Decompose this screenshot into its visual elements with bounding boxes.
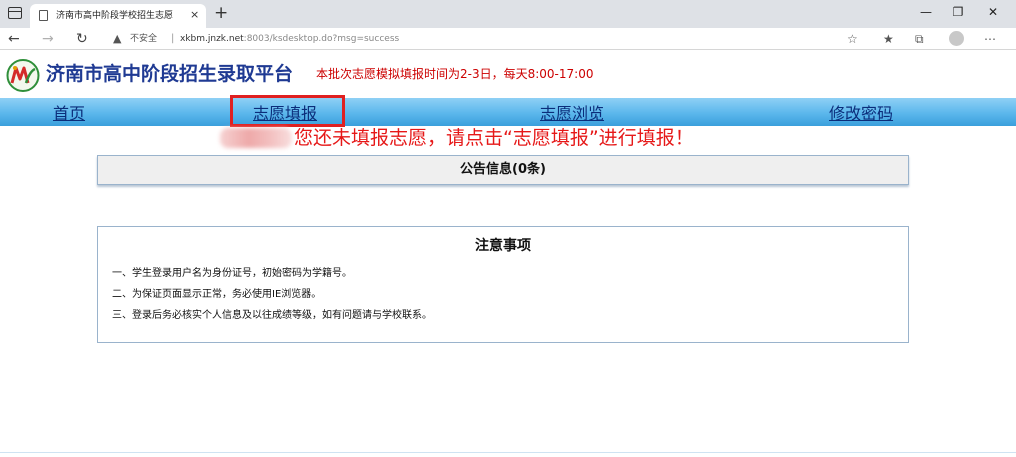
page-icon (39, 10, 48, 21)
reload-icon[interactable]: ↻ (76, 30, 88, 48)
profile-avatar-icon[interactable] (949, 31, 964, 46)
tab-title: 济南市高中阶段学校招生志愿 (56, 11, 174, 21)
site-logo-icon (6, 59, 40, 92)
read-aloud-icon[interactable]: ☆ (847, 31, 858, 47)
url-host: xkbm.jnzk.net (180, 34, 244, 44)
announcement-title: 公告信息(0条) (460, 162, 546, 177)
minimize-icon[interactable]: — (916, 4, 936, 20)
nav-change-password[interactable]: 修改密码 (829, 104, 893, 124)
page-bottom-divider (0, 452, 1016, 453)
note-item: 三、登录后务必核实个人信息及以往成绩等级，如有问题请与学校联系。 (112, 310, 432, 321)
back-arrow-icon[interactable]: ← (8, 30, 20, 48)
warning-icon[interactable]: ▲ (113, 31, 121, 47)
more-icon[interactable]: ⋯ (984, 31, 996, 47)
nav-browse-volunteer[interactable]: 志愿浏览 (540, 104, 604, 124)
browser-tab[interactable]: 济南市高中阶段学校招生志愿 × (30, 4, 206, 28)
security-label[interactable]: 不安全 (130, 32, 157, 46)
announcement-panel: 公告信息(0条) (97, 155, 909, 185)
blurred-student-name (220, 128, 292, 148)
address-bar: ← → ↻ ▲ 不安全 | xkbm.jnzk.net:8003/ksdeskt… (0, 28, 1016, 50)
favorites-icon[interactable]: ★ (883, 31, 894, 47)
nav-home[interactable]: 首页 (53, 104, 85, 124)
new-tab-button[interactable]: + (214, 3, 228, 23)
close-window-icon[interactable]: ✕ (983, 4, 1003, 20)
notes-title: 注意事项 (475, 238, 531, 254)
note-item: 一、学生登录用户名为身份证号，初始密码为学籍号。 (112, 268, 352, 279)
url-input[interactable]: xkbm.jnzk.net:8003/ksdesktop.do?msg=succ… (180, 32, 399, 46)
note-item: 二、为保证页面显示正常，务必使用IE浏览器。 (112, 289, 322, 300)
schedule-notice: 本批次志愿模拟填报时间为2-3日，每天8:00-17:00 (316, 67, 594, 81)
url-path: :8003/ksdesktop.do?msg=success (243, 34, 400, 44)
browser-tab-bar: 济南市高中阶段学校招生志愿 × + — ❐ ✕ (0, 0, 1016, 28)
site-title: 济南市高中阶段招生录取平台 (46, 63, 294, 85)
close-tab-icon[interactable]: × (190, 8, 199, 22)
forward-arrow-icon[interactable]: → (42, 30, 54, 48)
collections-icon[interactable]: ⧉ (915, 31, 924, 47)
restore-icon[interactable]: ❐ (948, 4, 968, 20)
highlight-box (230, 95, 345, 127)
fill-prompt-message: 您还未填报志愿，请点击“志愿填报”进行填报！ (294, 127, 694, 149)
window-menu-icon[interactable] (8, 7, 22, 19)
notes-panel: 注意事项 一、学生登录用户名为身份证号，初始密码为学籍号。 二、为保证页面显示正… (97, 226, 909, 343)
url-separator: | (171, 33, 175, 44)
